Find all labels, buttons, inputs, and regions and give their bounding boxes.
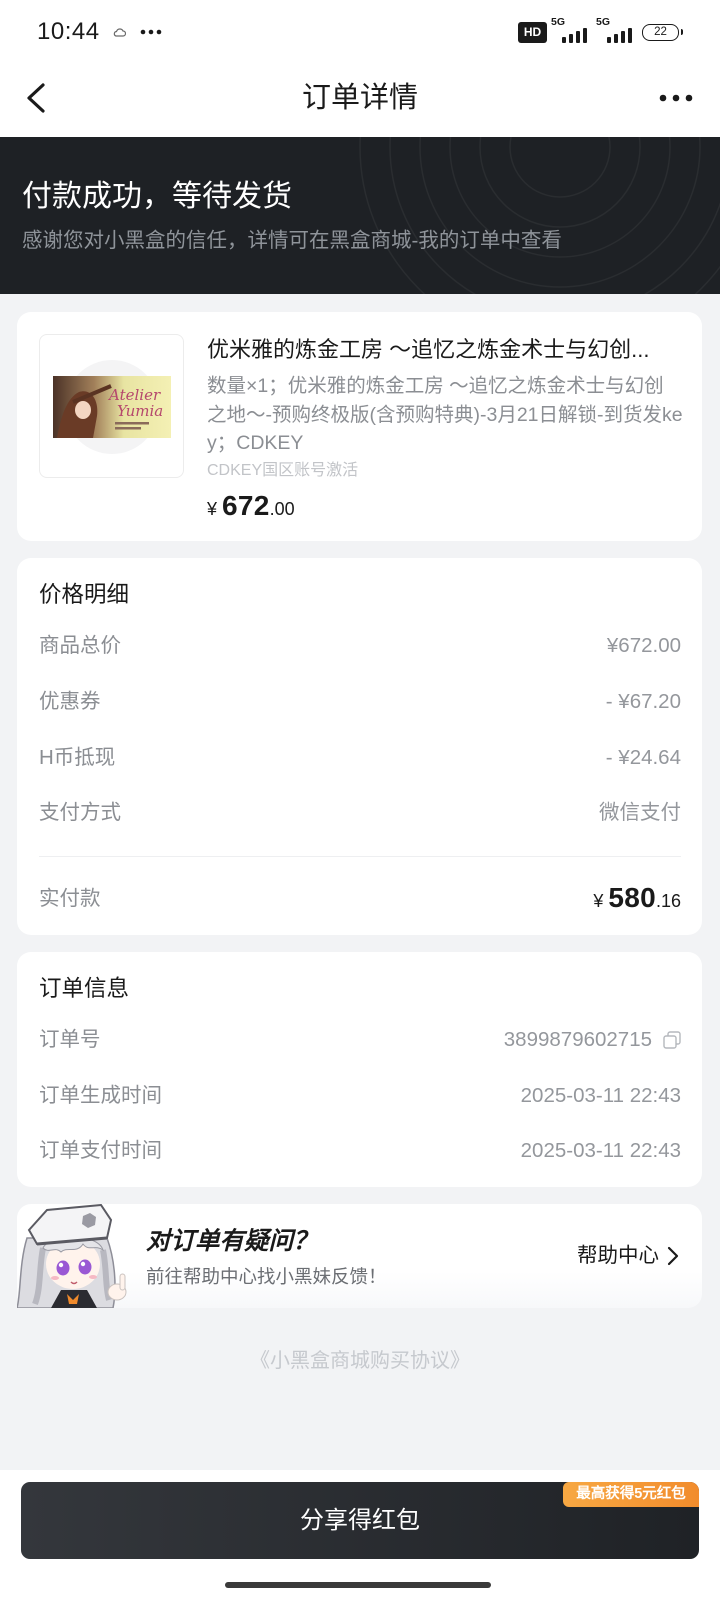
order-number-value: 3899879602715 [504, 1026, 681, 1054]
help-center-link[interactable]: 帮助中心 [577, 1244, 679, 1268]
help-subtitle: 前往帮助中心找小黑妹反馈！ [146, 1266, 387, 1287]
order-row-number: 订单号 3899879602715 [39, 1026, 681, 1054]
row-label: 订单号 [39, 1028, 101, 1051]
page-title: 订单详情 [301, 82, 418, 114]
payment-status-subtitle: 感谢您对小黑盒的信任，详情可在黑盒商城-我的订单中查看 [22, 229, 562, 252]
price-decimal: .16 [655, 890, 681, 911]
row-label: H币抵现 [39, 746, 116, 769]
payment-status-title: 付款成功，等待发货 [22, 180, 292, 213]
red-packet-badge: 最高获得5元红包 [563, 1482, 699, 1507]
price-detail-card: 价格明细 商品总价 ¥672.00 优惠券 - ¥67.20 H币抵现 - ¥2… [17, 558, 702, 935]
signal-bars-icon [607, 28, 632, 43]
banner-rings-decoration [359, 137, 720, 294]
signal-bars-icon [562, 28, 587, 43]
mascot-illustration [17, 1204, 127, 1308]
order-row-created-time: 订单生成时间 2025-03-11 22:43 [39, 1082, 681, 1110]
row-label: 订单生成时间 [39, 1084, 162, 1107]
row-label: 优惠券 [39, 690, 101, 713]
total-paid-amount: ¥ 580 .16 [593, 879, 681, 920]
product-description: 数量×1；优米雅的炼金工房 ～追忆之炼金术士与幻创之地～-预购终极版(含预购特典… [207, 375, 683, 454]
order-row-paid-time: 订单支付时间 2025-03-11 22:43 [39, 1137, 681, 1165]
row-value: 2025-03-11 22:43 [520, 1084, 681, 1107]
more-dots-icon [140, 29, 162, 35]
product-thumbnail[interactable]: Atelier Yumia [39, 334, 184, 478]
product-title[interactable]: 优米雅的炼金工房 ～追忆之炼金术士与幻创... [207, 336, 687, 364]
copy-icon[interactable] [663, 1031, 681, 1049]
battery-icon: 22 [642, 24, 683, 41]
row-value: 2025-03-11 22:43 [520, 1139, 681, 1162]
product-price: ¥ 672 .00 [207, 488, 295, 527]
product-activation-note: CDKEY国区账号激活 [207, 462, 359, 479]
order-info-card: 订单信息 订单号 3899879602715 订单生成时间 2025-03-11… [17, 952, 702, 1187]
row-value: - ¥24.64 [605, 746, 681, 769]
price-row-coupon: 优惠券 - ¥67.20 [39, 688, 681, 716]
row-value: - ¥67.20 [605, 690, 681, 713]
cover-logo-line-2: Yumia [117, 402, 163, 420]
cellular-signal-icon: 5G [596, 16, 638, 44]
help-center-label: 帮助中心 [577, 1244, 659, 1267]
row-value: ¥672.00 [606, 634, 681, 657]
order-info-heading: 订单信息 [39, 976, 130, 1001]
share-red-packet-button[interactable]: 分享得红包 最高获得5元红包 [21, 1482, 699, 1559]
price-currency: ¥ [593, 890, 604, 911]
product-cover-art: Atelier Yumia [53, 376, 171, 438]
row-value: 微信支付 [599, 801, 681, 824]
more-horizontal-icon [659, 94, 693, 102]
chevron-right-icon [667, 1246, 679, 1266]
order-number: 3899879602715 [503, 1028, 652, 1051]
price-integer: 672 [222, 490, 270, 521]
payment-status-banner: 付款成功，等待发货 感谢您对小黑盒的信任，详情可在黑盒商城-我的订单中查看 [0, 137, 720, 294]
price-detail-heading: 价格明细 [39, 582, 130, 607]
total-paid-label: 实付款 [39, 887, 101, 910]
battery-level: 22 [654, 26, 667, 38]
price-integer: 580 [608, 881, 656, 913]
cloud-icon [113, 28, 126, 37]
row-label: 订单支付时间 [39, 1139, 162, 1162]
price-currency: ¥ [207, 499, 218, 519]
price-row-subtotal: 商品总价 ¥672.00 [39, 632, 681, 660]
price-decimal: .00 [269, 499, 295, 519]
purchase-agreement-link[interactable]: 《小黑盒商城购买协议》 [0, 1349, 720, 1373]
price-row-payment-method: 支付方式 微信支付 [39, 799, 681, 827]
row-label: 支付方式 [39, 801, 121, 824]
home-indicator[interactable] [225, 1582, 491, 1588]
status-time: 10:44 [37, 18, 100, 45]
divider [39, 856, 681, 857]
help-title: 对订单有疑问？ [146, 1228, 318, 1255]
product-card[interactable]: Atelier Yumia 优米雅的炼金工房 ～追忆之炼金术士与幻创... 数量… [17, 312, 702, 541]
row-label: 商品总价 [39, 634, 121, 657]
more-button[interactable] [652, 78, 702, 118]
price-row-total-paid: 实付款 ¥ 580 .16 [39, 880, 681, 918]
cellular-signal-icon: 5G [551, 16, 593, 44]
share-button-label: 分享得红包 [300, 1507, 420, 1534]
battery-nub [680, 29, 683, 35]
price-row-h-coin: H币抵现 - ¥24.64 [39, 744, 681, 772]
hd-voice-icon: HD [518, 22, 547, 43]
